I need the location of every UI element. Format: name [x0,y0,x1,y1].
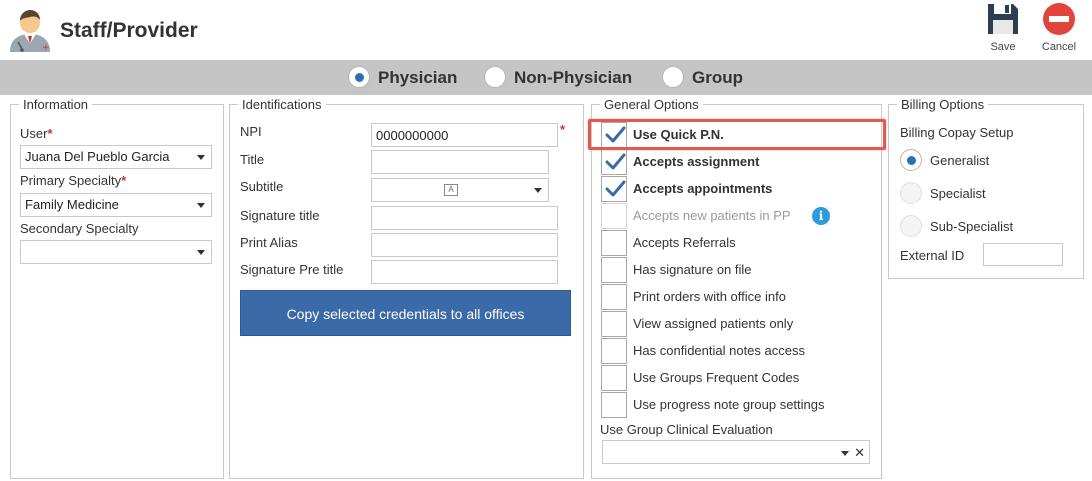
primary-specialty-select[interactable]: Family Medicine [20,193,212,217]
floppy-disk-icon [988,4,1018,34]
option-checkbox-row[interactable]: Has signature on file [601,257,881,283]
option-label: Use Groups Frequent Codes [633,370,800,385]
chevron-down-icon [534,188,542,193]
print-alias-label: Print Alias [240,235,298,250]
checkmark-icon[interactable] [601,149,627,175]
option-checkbox-row[interactable]: Use Groups Frequent Codes [601,365,881,391]
checkmark-icon[interactable] [601,176,627,202]
info-icon[interactable]: i [812,207,830,225]
subtitle-select[interactable]: A [371,178,549,202]
radio-unselected-icon [900,215,922,237]
option-label: Has signature on file [633,262,752,277]
group-clinical-eval-label: Use Group Clinical Evaluation [600,422,773,437]
type-radio-label: Physician [378,68,458,87]
copay-radio-label: Sub-Specialist [930,219,1014,234]
checkmark-icon[interactable] [601,122,627,148]
chevron-down-icon [197,155,205,160]
svg-text:+: + [42,43,50,53]
doctor-avatar-icon: + [6,6,54,54]
option-label: Use Quick P.N. [633,127,724,142]
option-label: Accepts assignment [633,154,760,169]
secondary-specialty-label: Secondary Specialty [20,221,139,236]
chevron-down-icon [197,250,205,255]
information-legend: Information [23,97,89,112]
no-entry-icon [1043,3,1075,35]
option-label: View assigned patients only [633,316,794,331]
radio-selected-icon [900,149,922,171]
group-clinical-eval-select[interactable]: ✕ [602,440,870,464]
title-input[interactable] [371,150,549,174]
chevron-down-icon [197,203,205,208]
option-checkbox-row[interactable]: View assigned patients only [601,311,881,337]
option-checkbox-row[interactable]: Use progress note group settings [601,392,881,418]
npi-required-marker: * [560,122,566,137]
checkbox[interactable] [601,392,627,418]
save-label: Save [990,41,1016,53]
subtitle-label: Subtitle [240,179,284,194]
user-select-value: Juana Del Pueblo Garcia [25,149,170,164]
option-checkbox-row: Accepts new patients in PP i [601,203,881,229]
copay-radio-label: Generalist [930,153,990,168]
user-label: User* [20,126,53,141]
type-radio-label: Non-Physician [514,68,633,87]
primary-specialty-label: Primary Specialty* [20,173,127,188]
clear-icon[interactable]: ✕ [854,442,865,464]
cancel-label: Cancel [1041,41,1077,53]
option-label: Print orders with office info [633,289,786,304]
option-checkbox-row[interactable]: Accepts appointments [601,176,881,202]
radio-selected-icon [348,66,370,88]
option-checkbox-row[interactable]: Has confidential notes access [601,338,881,364]
radio-unselected-icon [484,66,506,88]
radio-unselected-icon [900,182,922,204]
chevron-down-icon[interactable] [841,451,849,456]
checkbox[interactable] [601,257,627,283]
option-checkbox-row[interactable]: Use Quick P.N. [601,122,881,148]
copay-radio-label: Specialist [930,186,986,201]
checkbox[interactable] [601,338,627,364]
copay-setup-label: Billing Copay Setup [900,125,1014,140]
option-checkbox-row[interactable]: Accepts Referrals [601,230,881,256]
checkbox[interactable] [601,284,627,310]
save-button[interactable]: Save [981,2,1025,58]
external-id-input[interactable] [983,243,1063,266]
option-label: Accepts Referrals [633,235,736,250]
signature-title-label: Signature title [240,208,320,223]
signature-title-input[interactable] [371,206,558,230]
primary-specialty-value: Family Medicine [25,197,119,212]
secondary-specialty-select[interactable] [20,240,212,264]
print-alias-input[interactable] [371,233,558,257]
npi-input[interactable] [371,123,558,147]
checkbox [601,203,627,229]
copy-credentials-button[interactable]: Copy selected credentials to all offices [240,290,571,336]
option-label: Accepts new patients in PP [633,208,791,223]
general-options-legend: General Options [604,97,699,112]
page-title: Staff/Provider [60,19,198,42]
npi-label: NPI [240,124,262,139]
checkbox[interactable] [601,230,627,256]
option-label: Use progress note group settings [633,397,825,412]
option-label: Accepts appointments [633,181,773,196]
option-label: Has confidential notes access [633,343,805,358]
option-checkbox-row[interactable]: Print orders with office info [601,284,881,310]
signature-pre-title-input[interactable] [371,260,558,284]
checkbox[interactable] [601,311,627,337]
signature-pre-title-label: Signature Pre title [240,262,344,277]
title-label: Title [240,152,265,167]
type-radio-label: Group [692,68,743,87]
provider-type-bar: Physician Non-Physician Group [0,60,1092,95]
text-format-icon: A [444,184,458,196]
radio-unselected-icon [662,66,684,88]
app-header: + Staff/Provider Save Cancel [0,0,1092,60]
cancel-button[interactable]: Cancel [1037,2,1081,58]
option-checkbox-row[interactable]: Accepts assignment [601,149,881,175]
user-select[interactable]: Juana Del Pueblo Garcia [20,145,212,169]
checkbox[interactable] [601,365,627,391]
identifications-legend: Identifications [242,97,322,112]
billing-options-legend: Billing Options [901,97,985,112]
external-id-label: External ID [900,248,965,263]
